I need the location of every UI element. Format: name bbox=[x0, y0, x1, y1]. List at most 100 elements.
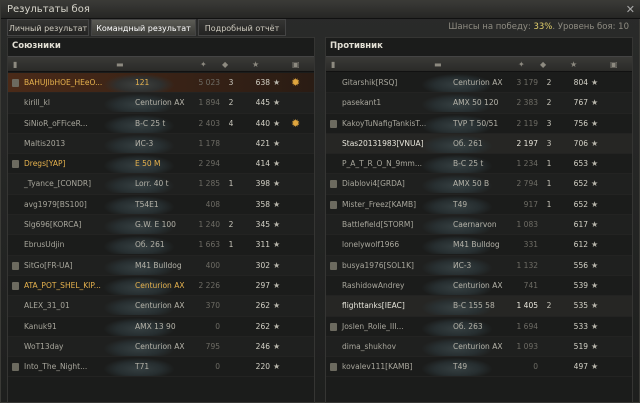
player-row[interactable]: KakoyTuNafigTankisT... TVP T 50/51 2 119 3 7… bbox=[326, 114, 632, 134]
points-icon[interactable]: ★ bbox=[570, 60, 577, 69]
damage-value: 400 bbox=[205, 260, 220, 270]
squad-icon[interactable]: ▮ bbox=[331, 60, 335, 69]
player-row[interactable]: RashidowAndrey Centurion AX 741 539 ★ bbox=[326, 276, 632, 297]
allies-panel: Союзники ▮ ▬ ✦ ◆ ★ ▣ BAHUJlbHOE_HEeO... 1… bbox=[7, 37, 315, 403]
star-icon: ★ bbox=[273, 220, 281, 230]
player-row[interactable]: Gitarshik[RSQ] Centurion AX 3 179 2 804 ★ bbox=[326, 73, 632, 94]
player-row[interactable]: P_A_T_R_O_N_9mm... B-C 25 t 1 234 1 653 ★ bbox=[326, 154, 632, 175]
player-name[interactable]: _Tyance_[CONDR] bbox=[24, 174, 91, 194]
player-name[interactable]: Gitarshik[RSQ] bbox=[342, 73, 397, 93]
player-row[interactable]: Into_The_Night... T71 0 220 ★ bbox=[8, 357, 314, 378]
player-name[interactable]: EbrusUdjin bbox=[24, 235, 64, 255]
tab-team-result[interactable]: Командный результат bbox=[91, 19, 196, 36]
player-name[interactable]: Kanuk91 bbox=[24, 317, 57, 337]
player-name[interactable]: Dregs[YAP] bbox=[24, 154, 65, 174]
player-row[interactable]: EbrusUdjin Об. 261 1 663 1 311 ★ bbox=[8, 235, 314, 256]
vehicle-name: Lorr. 40 t bbox=[135, 179, 169, 189]
player-row[interactable]: _Tyance_[CONDR] Lorr. 40 t 1 285 1 398 ★ bbox=[8, 174, 314, 195]
vehicle-name: Centurion AX bbox=[453, 341, 503, 351]
star-icon: ★ bbox=[273, 321, 281, 331]
tab-detailed-report[interactable]: Подробный отчёт bbox=[198, 19, 286, 36]
player-row[interactable]: busya1976[SOL1K] ИС-3 1 132 556 ★ bbox=[326, 255, 632, 276]
damage-icon[interactable]: ✦ bbox=[518, 60, 525, 69]
player-row[interactable]: Maltis2013 ИС-3 1 178 421 ★ bbox=[8, 133, 314, 155]
player-name[interactable]: busya1976[SOL1K] bbox=[342, 256, 414, 276]
platoon-badge-icon bbox=[12, 363, 19, 372]
player-row[interactable]: Stas20131983[VNUA] Об. 261 2 197 3 706 ★ bbox=[326, 133, 632, 155]
player-row[interactable]: Mister_Freez[KAMB] T49 917 1 652 ★ bbox=[326, 195, 632, 216]
player-name[interactable]: SiNioR_oFFiceR... bbox=[24, 114, 88, 134]
player-row[interactable]: kirill_kl Centurion AX 1 894 2 445 ★ bbox=[8, 93, 314, 114]
star-icon: ★ bbox=[591, 341, 599, 351]
kills-icon[interactable]: ◆ bbox=[222, 60, 228, 69]
vehicle-name: Об. 261 bbox=[135, 240, 165, 250]
points-value: 445 bbox=[255, 98, 270, 108]
player-name[interactable]: Stas20131983[VNUA] bbox=[342, 134, 424, 154]
platoon-badge-icon bbox=[330, 322, 337, 331]
player-row[interactable]: Battlefield[STORM] Caernarvon 1 083 617 ★ bbox=[326, 215, 632, 236]
damage-value: 1 234 bbox=[516, 159, 538, 169]
player-row[interactable]: ALEX_31_01 Centurion AX 370 262 ★ bbox=[8, 296, 314, 317]
vehicle-icon[interactable]: ▬ bbox=[434, 60, 442, 69]
player-row[interactable]: SitGo[FR-UA] M41 Bulldog 400 302 ★ bbox=[8, 255, 314, 276]
vehicle-icon[interactable]: ▬ bbox=[116, 60, 124, 69]
medals-icon[interactable]: ▣ bbox=[292, 60, 300, 69]
player-name[interactable]: KakoyTuNafigTankisT... bbox=[342, 114, 426, 134]
player-row[interactable]: dima_shukhov Centurion AX 1 093 519 ★ bbox=[326, 336, 632, 358]
player-row[interactable]: WoT13day Centurion AX 795 246 ★ bbox=[8, 336, 314, 358]
player-name[interactable]: flighttanks[IEAC] bbox=[342, 296, 405, 316]
close-icon[interactable]: ✕ bbox=[626, 3, 635, 16]
medals-icon[interactable]: ▣ bbox=[610, 60, 618, 69]
player-name[interactable]: dima_shukhov bbox=[342, 337, 396, 357]
platoon-badge-icon bbox=[12, 261, 19, 270]
kills-value: 1 bbox=[228, 179, 234, 189]
player-name[interactable]: avg1979[BS100] bbox=[24, 195, 87, 215]
squad-icon[interactable]: ▮ bbox=[13, 60, 17, 69]
points-value: 539 bbox=[573, 280, 588, 290]
player-name[interactable]: ATA_POT_SHEL_KIP... bbox=[24, 276, 101, 296]
player-row[interactable]: Slg696[KORCA] G.W. E 100 1 240 2 345 ★ bbox=[8, 215, 314, 236]
player-name[interactable]: Diablovi4[GRDA] bbox=[342, 174, 405, 194]
points-icon[interactable]: ★ bbox=[252, 60, 259, 69]
player-name[interactable]: BAHUJlbHOE_HEeO... bbox=[24, 73, 102, 93]
vehicle-name: Об. 261 bbox=[453, 138, 483, 148]
player-row[interactable]: pasekant1 AMX 50 120 2 383 2 767 ★ bbox=[326, 93, 632, 114]
player-row[interactable]: kovalev111[KAMB] T49 0 497 ★ bbox=[326, 357, 632, 378]
player-name[interactable]: Maltis2013 bbox=[24, 134, 65, 154]
star-icon: ★ bbox=[591, 280, 599, 290]
player-name[interactable]: kovalev111[KAMB] bbox=[342, 357, 413, 377]
player-name[interactable]: RashidowAndrey bbox=[342, 276, 405, 296]
player-name[interactable]: Into_The_Night... bbox=[24, 357, 87, 377]
player-name[interactable]: pasekant1 bbox=[342, 93, 381, 113]
player-name[interactable]: lonelywolf1966 bbox=[342, 235, 399, 255]
player-row[interactable]: avg1979[BS100] T54E1 408 358 ★ bbox=[8, 195, 314, 216]
player-name[interactable]: SitGo[FR-UA] bbox=[24, 256, 73, 276]
player-name[interactable]: kirill_kl bbox=[24, 93, 50, 113]
kills-icon[interactable]: ◆ bbox=[540, 60, 546, 69]
player-row[interactable]: SiNioR_oFFiceR... B-C 25 t 2 403 4 440 ★ ✹ bbox=[8, 114, 314, 134]
player-row[interactable]: Joslen_Rolie_III... Об. 263 1 694 533 ★ bbox=[326, 317, 632, 337]
player-row[interactable]: flighttanks[IEAC] B-C 155 58 1 405 2 535 ★ bbox=[326, 296, 632, 317]
player-row[interactable]: Kanuk91 AMX 13 90 0 262 ★ bbox=[8, 317, 314, 337]
points-value: 311 bbox=[255, 240, 270, 250]
player-name[interactable]: ALEX_31_01 bbox=[24, 296, 70, 316]
player-row[interactable]: ATA_POT_SHEL_KIP... Centurion AX 2 226 297 ★ bbox=[8, 276, 314, 297]
kills-value: 1 bbox=[546, 159, 552, 169]
player-row[interactable]: Dregs[YAP] E 50 M 2 294 414 ★ bbox=[8, 154, 314, 175]
battle-results-window: Результаты боя ✕ Личный результат Команд… bbox=[0, 0, 640, 403]
player-row[interactable]: lonelywolf1966 M41 Bulldog 331 612 ★ bbox=[326, 235, 632, 256]
damage-value: 1 663 bbox=[198, 240, 220, 250]
platoon-badge-icon bbox=[330, 119, 337, 128]
player-row[interactable]: BAHUJlbHOE_HEeO... 121 5 023 3 638 ★ ✹ bbox=[8, 73, 314, 94]
player-name[interactable]: Battlefield[STORM] bbox=[342, 215, 413, 235]
star-icon: ★ bbox=[273, 118, 281, 128]
tab-personal-result[interactable]: Личный результат bbox=[7, 19, 89, 36]
vehicle-name: T49 bbox=[453, 199, 468, 209]
player-name[interactable]: P_A_T_R_O_N_9mm... bbox=[342, 154, 422, 174]
player-name[interactable]: Mister_Freez[KAMB] bbox=[342, 195, 416, 215]
player-row[interactable]: Diablovi4[GRDA] AMX 50 B 2 794 1 652 ★ bbox=[326, 174, 632, 195]
player-name[interactable]: Slg696[KORCA] bbox=[24, 215, 81, 235]
player-name[interactable]: Joslen_Rolie_III... bbox=[342, 317, 404, 337]
player-name[interactable]: WoT13day bbox=[24, 337, 64, 357]
damage-icon[interactable]: ✦ bbox=[200, 60, 207, 69]
